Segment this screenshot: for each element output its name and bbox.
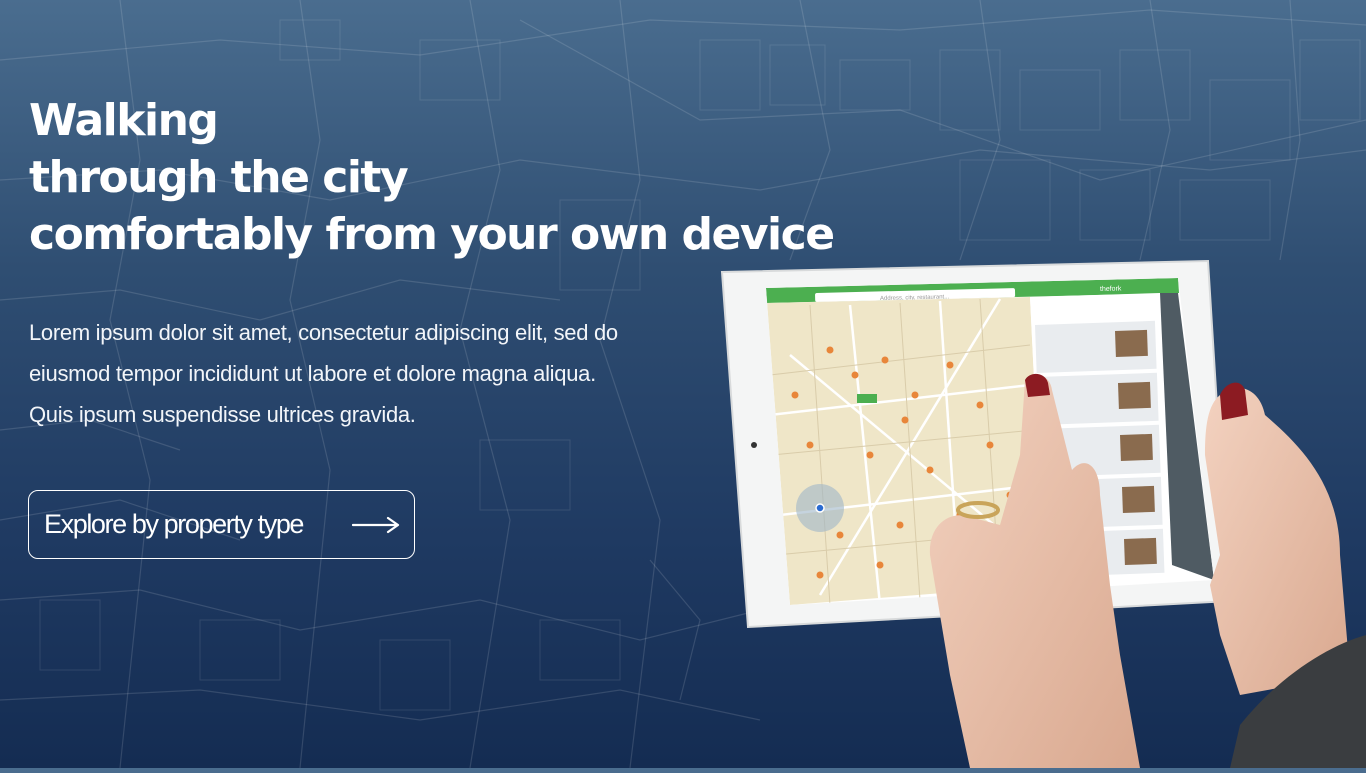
hero-intro-text: Lorem ipsum dolor sit amet, consectetur …: [29, 312, 729, 435]
headline-line-1: Walking: [29, 95, 219, 146]
explore-property-type-button[interactable]: Explore by property type: [28, 490, 415, 559]
right-hand: [1205, 387, 1350, 695]
headline-line-2: through the city: [29, 152, 409, 203]
current-location-dot: [815, 503, 825, 513]
intro-line-2: eiusmod tempor incididunt ut labore et d…: [29, 361, 596, 386]
explore-button-label: Explore by property type: [44, 509, 304, 539]
intro-line-1: Lorem ipsum dolor sit amet, consectetur …: [29, 320, 618, 345]
tablet-camera: [751, 442, 757, 448]
tablet-photo: Address, city, restaurant... thefork: [720, 259, 1366, 768]
app-logo-text: thefork: [1100, 285, 1122, 293]
arrow-right-icon: [352, 516, 400, 534]
intro-line-3: Quis ipsum suspendisse ultrices gravida.: [29, 402, 416, 427]
hero-headline: Walking through the city comfortably fro…: [29, 92, 835, 263]
map-selected-label: [857, 394, 877, 403]
tablet-illustration: Address, city, restaurant... thefork: [700, 255, 1366, 768]
